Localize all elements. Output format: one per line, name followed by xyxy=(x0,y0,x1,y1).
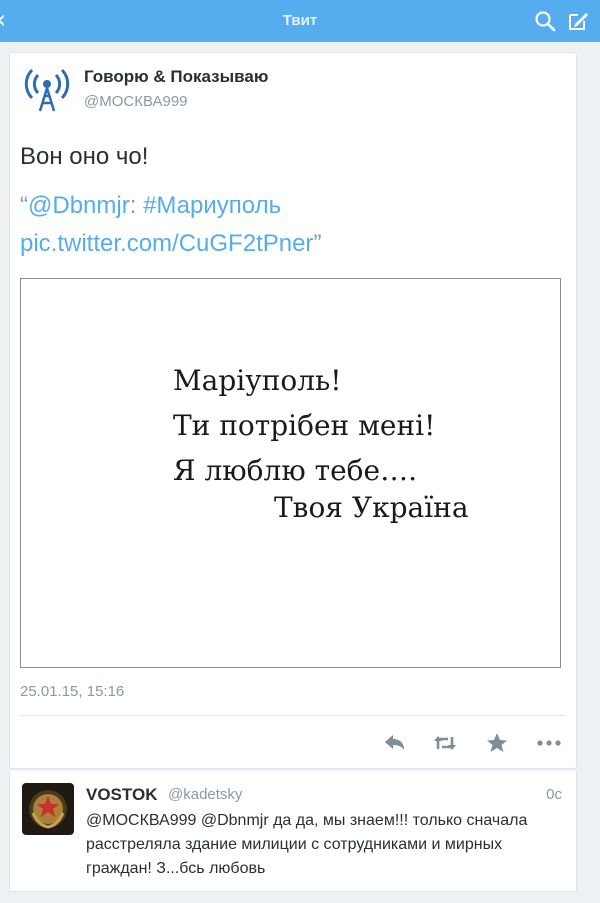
tweet-card: Говорю & Показываю @МОСКВА999 Вон оно чо… xyxy=(9,52,577,769)
more-icon[interactable] xyxy=(536,731,562,755)
search-icon[interactable] xyxy=(534,10,556,32)
author-name[interactable]: Говорю & Показываю xyxy=(84,67,268,87)
emblem-avatar[interactable] xyxy=(22,783,74,835)
hashtag-link[interactable]: #Мариуполь xyxy=(143,192,281,219)
page-title: Твит xyxy=(282,12,318,29)
reply-time: 0c xyxy=(546,786,562,803)
favorite-icon[interactable] xyxy=(484,731,510,755)
quote-colon: : xyxy=(129,192,144,219)
author-handle[interactable]: @МОСКВА999 xyxy=(84,93,188,110)
tweet-actions xyxy=(10,729,576,759)
image-text-line-1: Маріуполь! xyxy=(173,364,342,397)
reply-icon[interactable] xyxy=(382,731,408,755)
compose-icon[interactable] xyxy=(567,10,589,32)
reply-author-name[interactable]: VOSTOK xyxy=(86,785,157,805)
tweet-image[interactable]: Маріуполь! Ти потрібен мені! Я люблю теб… xyxy=(20,278,561,668)
retweet-icon[interactable] xyxy=(432,731,458,755)
image-text-line-4: Твоя Україна xyxy=(274,491,469,524)
reply-tweet[interactable]: VOSTOK @kadetsky 0c @МОСКВА999 @Dbnmjr д… xyxy=(9,771,577,892)
tweet-timestamp: 25.01.15, 15:16 xyxy=(20,683,125,700)
navigation-bar: ‹ Твит xyxy=(0,0,600,42)
mention-link[interactable]: @Dbnmjr xyxy=(28,192,130,219)
reply-author-handle[interactable]: @kadetsky xyxy=(168,786,242,803)
pic-link[interactable]: pic.twitter.com/CuGF2tPner xyxy=(20,230,313,257)
reply-text: @МОСКВА999 @Dbnmjr да да, мы знаем!!! то… xyxy=(86,812,528,877)
quote-close: ” xyxy=(313,230,322,257)
divider xyxy=(20,715,566,716)
quoted-text: “@Dbnmjr: #Мариуполь pic.twitter.com/CuG… xyxy=(20,187,560,263)
quote-open: “ xyxy=(20,192,28,219)
image-text-line-3: Я люблю тебе…. xyxy=(173,454,417,487)
emblem-icon xyxy=(22,783,74,835)
antenna-avatar-icon[interactable] xyxy=(24,67,70,113)
tweet-text: Вон оно чо! xyxy=(20,143,149,170)
image-text-line-2: Ти потрібен мені! xyxy=(173,409,436,442)
